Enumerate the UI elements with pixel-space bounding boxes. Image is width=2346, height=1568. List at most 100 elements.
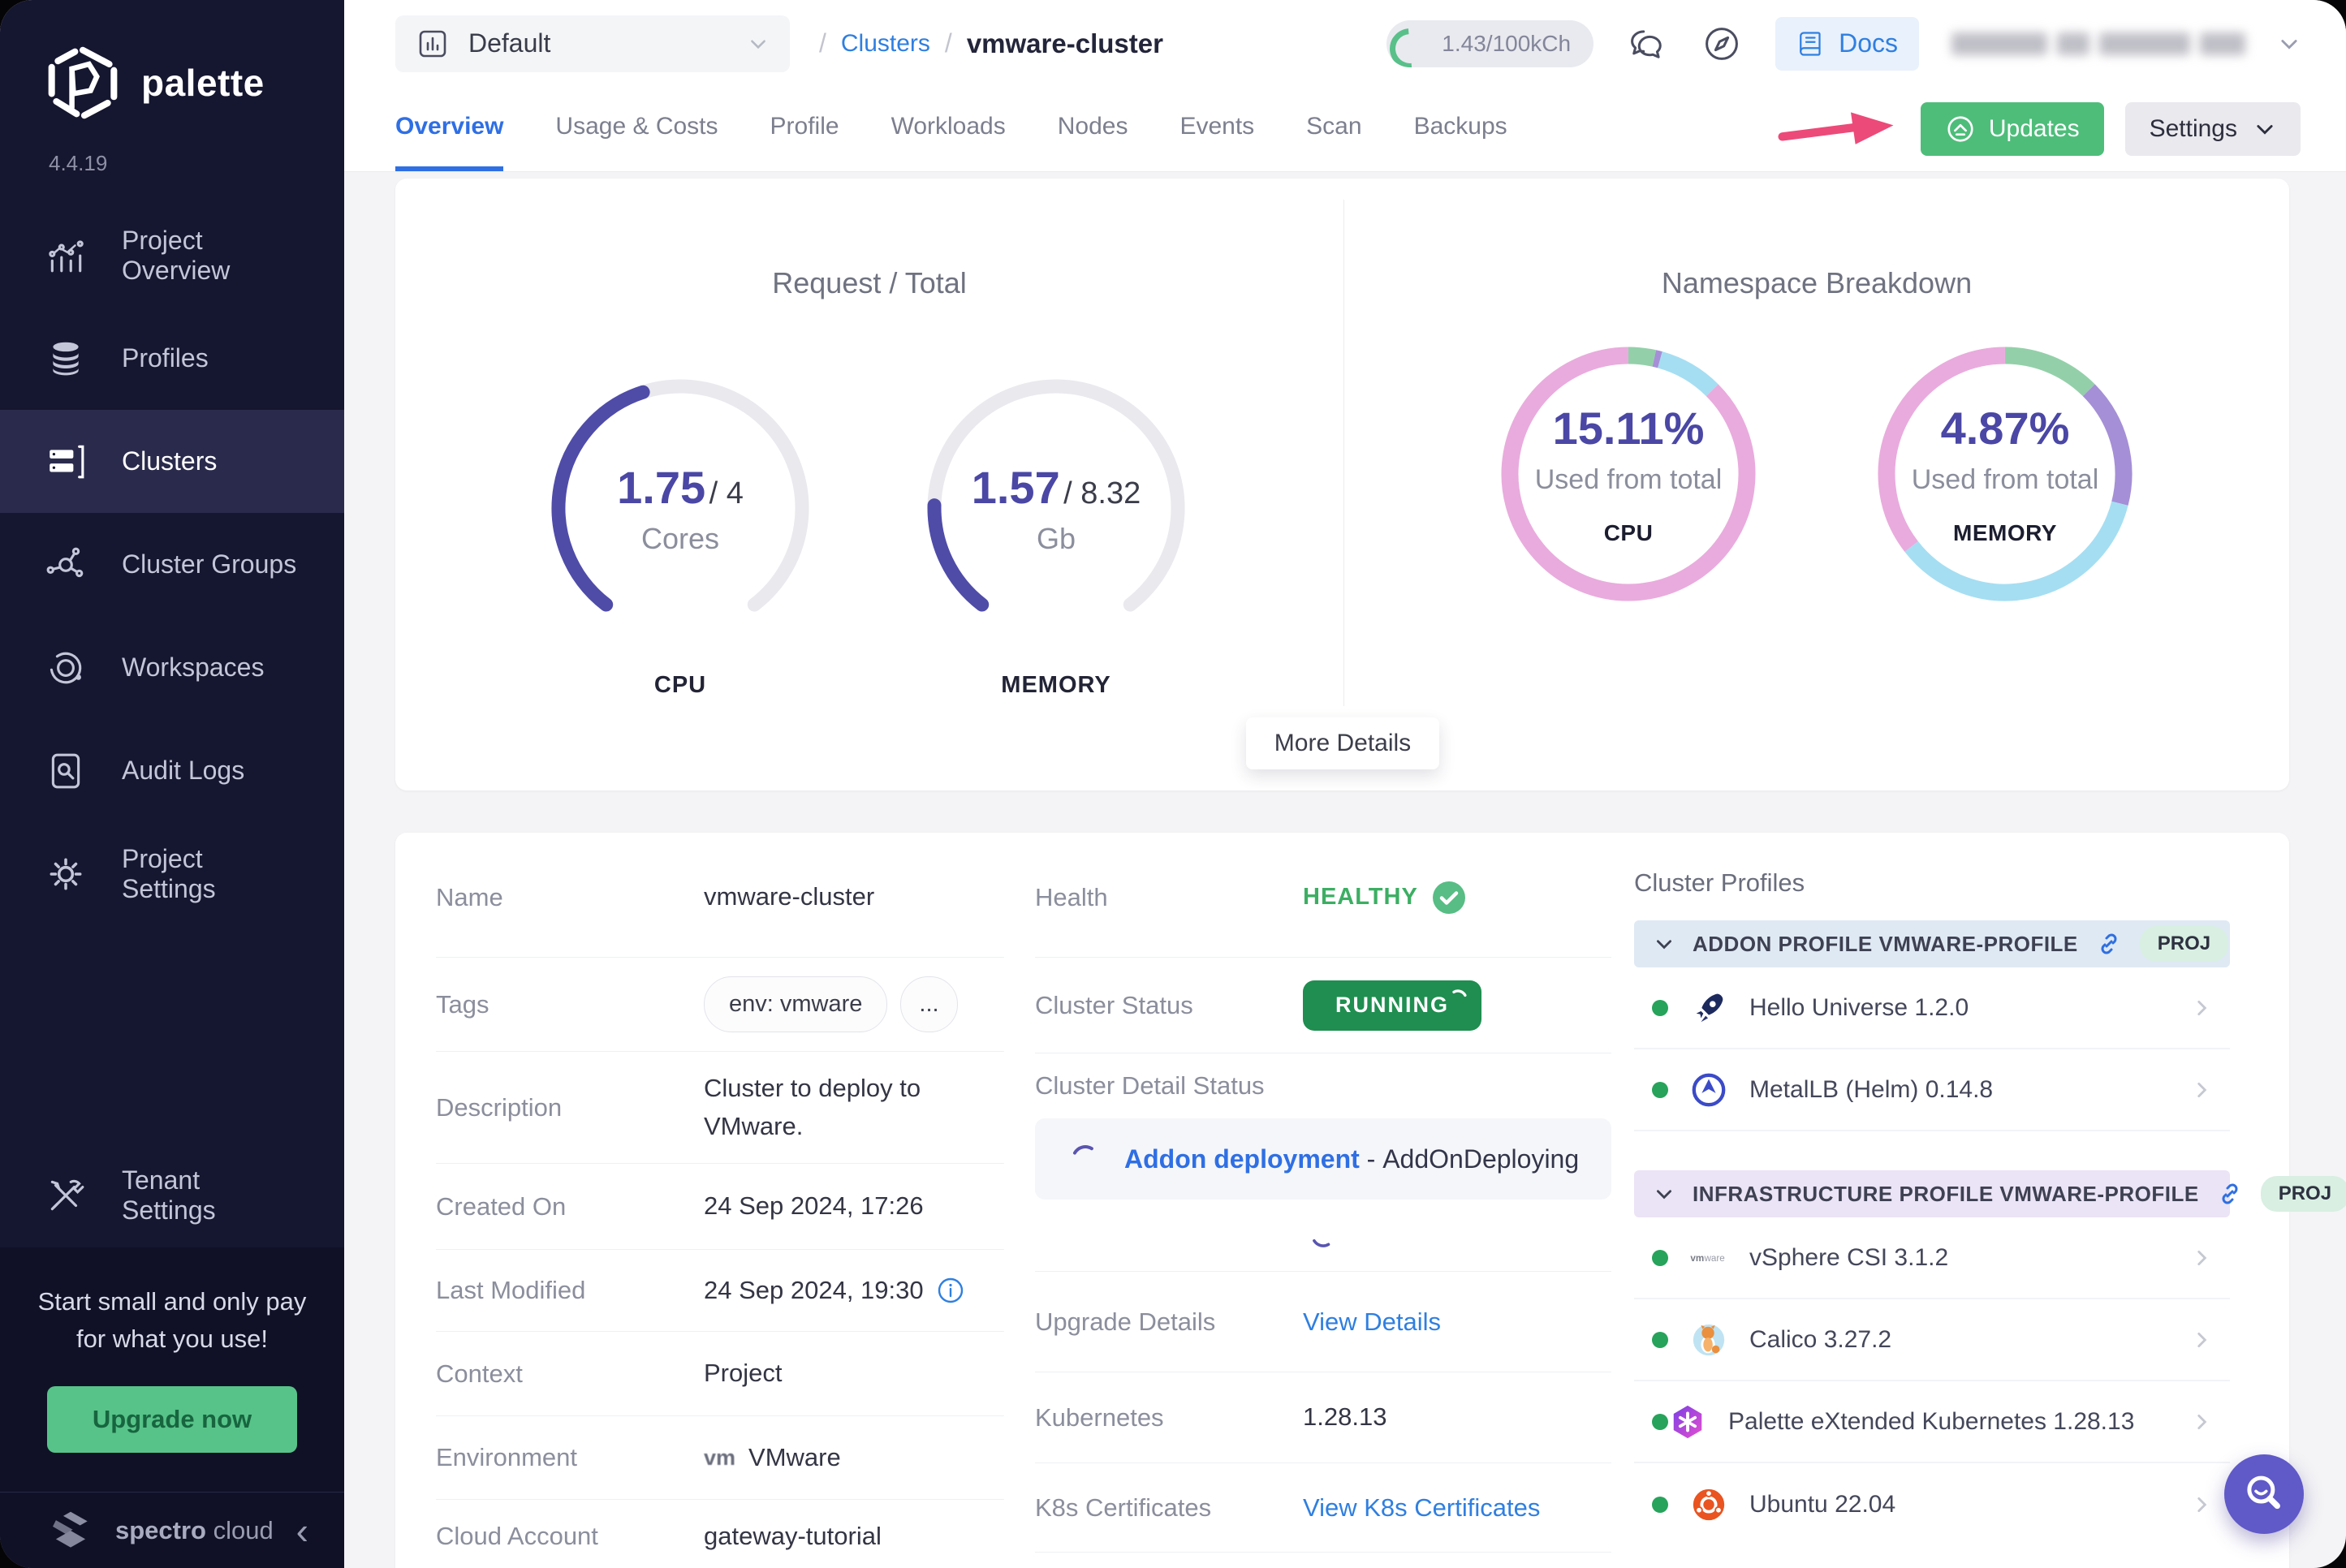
- profile-item-metallb[interactable]: MetalLB (Helm) 0.14.8: [1634, 1049, 2230, 1131]
- cluster-name-value: vmware-cluster: [704, 882, 875, 911]
- detail-label: Tags: [436, 989, 489, 1019]
- namespace-cpu-label: CPU: [1603, 520, 1654, 545]
- floating-search-button[interactable]: [2224, 1454, 2304, 1534]
- usage-quota-pill: 1.43/100kCh: [1386, 19, 1594, 67]
- addon-profile-header[interactable]: ADDON PROFILE VMWARE-PROFILE PROJ: [1634, 920, 2230, 967]
- sidebar-item-project-overview[interactable]: Project Overview: [0, 204, 344, 307]
- detail-status-dash: -: [1366, 1144, 1376, 1174]
- detail-row-cloud-account: Cloud Account gateway-tutorial: [436, 1500, 1004, 1568]
- link-chain-icon[interactable]: [2096, 931, 2122, 957]
- svg-text:ware: ware: [1704, 1253, 1725, 1264]
- user-menu-chevron-icon[interactable]: [2278, 32, 2301, 55]
- ubuntu-icon: [1689, 1485, 1728, 1524]
- namespace-memory-caption: Used from total: [1911, 464, 2099, 495]
- vmware-icon: vm ware: [1689, 1238, 1728, 1277]
- memory-total-value: 8.32: [1080, 476, 1141, 510]
- infrastructure-profile-header[interactable]: INFRASTRUCTURE PROFILE VMWARE-PROFILE PR…: [1634, 1170, 2346, 1217]
- upgrade-promo: Start small and only pay for what you us…: [0, 1247, 344, 1492]
- app-version: 4.4.19: [49, 151, 108, 175]
- svg-text:vm: vm: [1690, 1253, 1704, 1264]
- tab-usage-costs[interactable]: Usage & Costs: [555, 87, 718, 171]
- chevron-right-icon: [2191, 1411, 2212, 1432]
- more-details-button[interactable]: More Details: [1246, 717, 1439, 769]
- content-scroll-area[interactable]: Request / Total 1.75 / 4 Cores CPU 1.57 …: [344, 172, 2346, 1568]
- tab-workloads[interactable]: Workloads: [891, 87, 1006, 171]
- namespace-memory-donut: 4.87% Used from total MEMORY: [1869, 338, 2141, 610]
- running-status-text: RUNNING: [1335, 993, 1449, 1017]
- chevron-down-icon: [748, 33, 769, 54]
- tab-backups[interactable]: Backups: [1414, 87, 1507, 171]
- detail-label: Cluster Status: [1035, 990, 1193, 1019]
- profile-header-label: ADDON PROFILE VMWARE-PROFILE: [1693, 931, 2078, 956]
- info-icon[interactable]: [937, 1277, 964, 1304]
- profile-item-ubuntu[interactable]: Ubuntu 22.04: [1634, 1463, 2230, 1545]
- tab-overview[interactable]: Overview: [395, 87, 504, 171]
- check-circle-icon: [1431, 880, 1467, 915]
- sidebar-item-tenant-settings[interactable]: Tenant Settings: [0, 1144, 344, 1247]
- cluster-detail-status-box: Addon deployment - AddOnDeploying: [1035, 1118, 1611, 1200]
- sidebar-item-workspaces[interactable]: Workspaces: [0, 616, 344, 719]
- tab-scan[interactable]: Scan: [1306, 87, 1361, 171]
- sidebar-item-project-settings[interactable]: Project Settings: [0, 822, 344, 925]
- user-name-redacted[interactable]: [1951, 32, 2245, 55]
- tab-events[interactable]: Events: [1179, 87, 1254, 171]
- sidebar-footer: spectro cloud ‹: [0, 1492, 344, 1568]
- environment-value: VMware: [748, 1442, 841, 1471]
- breadcrumb-clusters-link[interactable]: Clusters: [841, 30, 930, 58]
- tag-overflow-pill[interactable]: ...: [900, 976, 958, 1033]
- profile-item-vsphere-csi[interactable]: vm ware vSphere CSI 3.1.2: [1634, 1217, 2230, 1299]
- sidebar-item-cluster-groups[interactable]: Cluster Groups: [0, 513, 344, 616]
- sidebar-item-profiles[interactable]: Profiles: [0, 307, 344, 410]
- breadcrumb-separator: /: [819, 28, 826, 58]
- topbar: Default / Clusters / vmware-cluster 1.43…: [344, 0, 2346, 87]
- docs-button[interactable]: Docs: [1775, 16, 1919, 71]
- loading-spinner-row: [1035, 1200, 1611, 1271]
- profile-item-calico[interactable]: Calico 3.27.2: [1634, 1299, 2230, 1381]
- tab-profile[interactable]: Profile: [770, 87, 839, 171]
- link-chain-icon[interactable]: [2217, 1181, 2243, 1207]
- detail-row-services: Services ui :8080 :3000: [1035, 1553, 1611, 1568]
- sidebar-item-audit-logs[interactable]: Audit Logs: [0, 719, 344, 822]
- profile-item-hello-universe[interactable]: Hello Universe 1.2.0: [1634, 967, 2230, 1049]
- detail-label: Last Modified: [436, 1276, 586, 1304]
- settings-button[interactable]: Settings: [2124, 102, 2301, 156]
- request-total-section: Request / Total 1.75 / 4 Cores CPU 1.57 …: [395, 179, 1343, 790]
- spinner-icon: [1072, 1145, 1099, 1173]
- tag-pill[interactable]: env: vmware: [704, 976, 888, 1033]
- tab-nodes[interactable]: Nodes: [1058, 87, 1128, 171]
- detail-row-cluster-detail-status: Cluster Detail Status Addon deployment -…: [1035, 1053, 1611, 1272]
- updates-button[interactable]: Updates: [1920, 102, 2104, 156]
- chat-icon[interactable]: [1626, 23, 1668, 65]
- namespace-memory-label: MEMORY: [1953, 520, 2057, 545]
- detail-row-k8s-certificates: K8s Certificates View K8s Certificates: [1035, 1463, 1611, 1553]
- view-details-link[interactable]: View Details: [1303, 1307, 1441, 1337]
- server-icon: [45, 442, 86, 482]
- status-dot-green: [1652, 999, 1668, 1016]
- sidebar-item-clusters[interactable]: Clusters: [0, 410, 344, 513]
- spinner-icon: [1311, 1223, 1335, 1247]
- breadcrumb: / Clusters / vmware-cluster: [819, 28, 1163, 59]
- upgrade-now-button[interactable]: Upgrade now: [46, 1385, 298, 1453]
- detail-label: K8s Certificates: [1035, 1493, 1212, 1522]
- gear-icon: [45, 854, 86, 894]
- spectro-cloud-logo-icon: [45, 1506, 96, 1556]
- chevron-right-icon: [2191, 997, 2212, 1019]
- hello-universe-icon: [1689, 989, 1728, 1027]
- detail-label: Cloud Account: [436, 1522, 598, 1550]
- footer-brand: spectro cloud: [115, 1516, 274, 1545]
- detail-row-kubernetes: Kubernetes 1.28.13: [1035, 1372, 1611, 1463]
- detail-row-name: Name vmware-cluster: [436, 838, 1004, 958]
- view-k8s-certificates-link[interactable]: View K8s Certificates: [1303, 1493, 1540, 1523]
- detail-row-created-on: Created On 24 Sep 2024, 17:26: [436, 1164, 1004, 1250]
- memory-gauge-label: MEMORY: [1001, 672, 1111, 698]
- project-selector[interactable]: Default: [395, 15, 790, 72]
- main-area: Default / Clusters / vmware-cluster 1.43…: [344, 0, 2346, 1568]
- cpu-gauge: 1.75 / 4 Cores: [542, 370, 818, 646]
- profile-item-palette-extended-kubernetes[interactable]: Palette eXtended Kubernetes 1.28.13: [1634, 1381, 2230, 1463]
- status-dot-green: [1652, 1081, 1668, 1098]
- chevron-right-icon: [2191, 1079, 2212, 1101]
- compass-icon[interactable]: [1701, 23, 1743, 65]
- sidebar-collapse-chevron[interactable]: ‹: [296, 1512, 308, 1549]
- chevron-down-icon: [1654, 933, 1675, 954]
